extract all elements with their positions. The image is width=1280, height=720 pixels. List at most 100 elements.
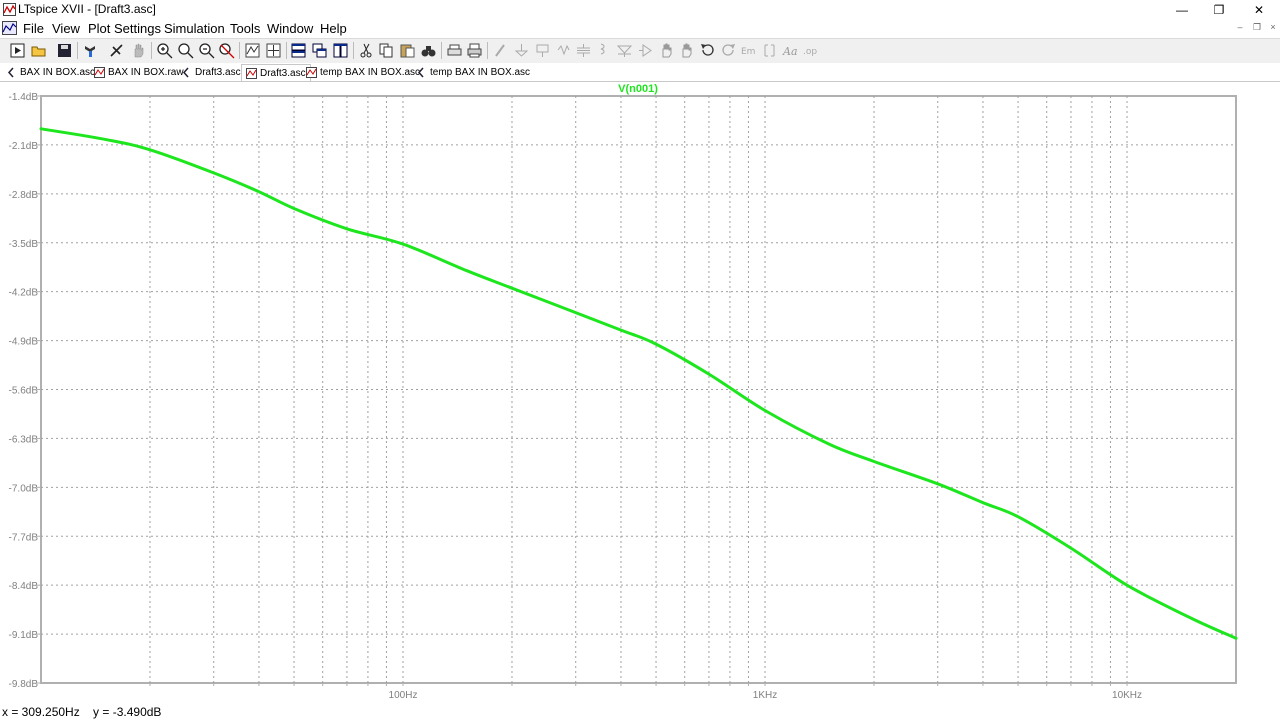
cascade-icon[interactable] (311, 42, 328, 59)
zoom-cancel-icon[interactable] (218, 42, 235, 59)
y-tick-label: -5.6dB (9, 386, 39, 397)
tab-label: BAX IN BOX.asc (20, 66, 96, 78)
print-setup-icon[interactable] (446, 42, 463, 59)
waveform-window-icon[interactable] (2, 21, 17, 35)
mdi-close-button[interactable]: × (1266, 22, 1280, 35)
diode-icon[interactable] (616, 42, 633, 59)
spice-directive-icon[interactable]: .op (802, 42, 819, 59)
save-icon[interactable] (56, 42, 73, 59)
toolbar: Em Aa .op (0, 38, 1280, 64)
tab-label: temp BAX IN BOX.asc (320, 66, 421, 78)
rotate-icon[interactable]: Em (740, 42, 757, 59)
y-tick-label: -4.9dB (9, 337, 39, 348)
minimize-button[interactable]: — (1163, 0, 1201, 19)
wire-icon[interactable] (492, 42, 509, 59)
y-tick-label: -1.4dB (9, 92, 39, 103)
waveform-chart[interactable]: -1.4dB -2.1dB -2.8dB -3.5dB -4.2dB -4.9dB -5.6… (0, 82, 1280, 706)
svg-text:Em: Em (741, 47, 755, 57)
toolbar-separator (239, 42, 240, 59)
tab-label: Draft3.asc (195, 66, 241, 78)
toolbar-separator (151, 42, 152, 59)
label-icon[interactable] (534, 42, 551, 59)
menu-plot-settings[interactable]: Plot Settings (88, 21, 161, 36)
tab-temp-bax-in-box-waveform[interactable]: temp BAX IN BOX.asc (306, 64, 420, 80)
capacitor-icon[interactable] (575, 42, 592, 59)
ground-icon[interactable] (513, 42, 530, 59)
menu-view[interactable]: View (52, 21, 80, 36)
zoom-out-icon[interactable] (198, 42, 215, 59)
inductor-icon[interactable] (595, 42, 612, 59)
drag-icon[interactable] (678, 42, 695, 59)
mark-icon[interactable] (265, 42, 282, 59)
tab-label: temp BAX IN BOX.asc (430, 66, 531, 78)
trace-name-label[interactable]: V(n001) (618, 83, 658, 95)
redo-icon[interactable] (720, 42, 737, 59)
toolbar-separator (286, 42, 287, 59)
autorange-icon[interactable] (244, 42, 261, 59)
halt-icon[interactable] (108, 42, 125, 59)
tab-label: BAX IN BOX.raw (108, 66, 184, 78)
tab-bax-in-box-asc[interactable]: BAX IN BOX.asc (6, 64, 95, 80)
mdi-minimize-button[interactable]: – (1233, 22, 1247, 35)
menu-tools[interactable]: Tools (230, 21, 260, 36)
menu-simulation[interactable]: Simulation (164, 21, 225, 36)
x-tick-label: 10KHz (1112, 690, 1142, 701)
menu-window[interactable]: Window (267, 21, 313, 36)
ltspice-app-icon[interactable] (3, 3, 16, 16)
tile-horizontal-icon[interactable] (290, 42, 307, 59)
undo-icon[interactable] (699, 42, 716, 59)
zoom-area-icon[interactable] (177, 42, 194, 59)
y-tick-label: -6.3dB (9, 434, 39, 445)
x-tick-label: 1KHz (753, 690, 777, 701)
tab-draft3-waveform[interactable]: Draft3.asc (241, 64, 311, 81)
toolbar-separator (353, 42, 354, 59)
waveform-plot-pane[interactable]: -1.4dB -2.1dB -2.8dB -3.5dB -4.2dB -4.9dB -5.6… (0, 82, 1280, 706)
control-panel-icon[interactable] (82, 42, 99, 59)
move-icon[interactable] (658, 42, 675, 59)
print-icon[interactable] (466, 42, 483, 59)
pan-hand-icon[interactable] (130, 42, 147, 59)
tile-vertical-icon[interactable] (332, 42, 349, 59)
window-title: LTspice XVII - [Draft3.asc] (18, 2, 156, 16)
y-tick-label: -2.1dB (9, 141, 39, 152)
x-tick-label: 100Hz (389, 690, 418, 701)
cut-icon[interactable] (358, 42, 375, 59)
y-tick-label: -7.0dB (9, 483, 39, 494)
menu-file[interactable]: File (23, 21, 44, 36)
toolbar-separator (487, 42, 488, 59)
schematic-icon (7, 67, 14, 77)
toolbar-separator (441, 42, 442, 59)
series-line-v-n001[interactable] (39, 127, 1238, 640)
document-tab-bar: BAX IN BOX.asc BAX IN BOX.raw Draft3.asc… (0, 63, 1280, 82)
schematic-icon (182, 67, 189, 77)
svg-text:Aa: Aa (782, 45, 798, 58)
run-icon[interactable] (9, 42, 26, 59)
component-icon[interactable] (637, 42, 654, 59)
find-icon[interactable] (420, 42, 437, 59)
y-tick-label: -3.5dB (9, 239, 39, 250)
restore-button[interactable]: ❐ (1200, 0, 1238, 19)
waveform-icon (246, 67, 257, 79)
tab-temp-bax-in-box-asc[interactable]: temp BAX IN BOX.asc (416, 64, 530, 80)
menu-bar: File View Plot Settings Simulation Tools… (0, 19, 1280, 38)
tab-bax-in-box-raw[interactable]: BAX IN BOX.raw (94, 64, 184, 80)
svg-text:.op: .op (803, 47, 817, 57)
y-tick-label: -9.1dB (9, 630, 39, 641)
resistor-icon[interactable] (555, 42, 572, 59)
zoom-in-icon[interactable] (156, 42, 173, 59)
tab-draft3-asc[interactable]: Draft3.asc (181, 64, 241, 80)
y-tick-label: -4.2dB (9, 288, 39, 299)
title-bar: LTspice XVII - [Draft3.asc] — ❐ ✕ (0, 0, 1280, 19)
cursor-readout: x = 309.250Hz y = -3.490dB (2, 705, 162, 719)
text-icon[interactable]: Aa (782, 42, 799, 59)
mdi-restore-button[interactable]: ❐ (1250, 22, 1264, 35)
schematic-icon (417, 67, 424, 77)
close-button[interactable]: ✕ (1240, 0, 1278, 19)
open-icon[interactable] (30, 42, 47, 59)
status-bar: x = 309.250Hz y = -3.490dB (0, 705, 1280, 720)
paste-icon[interactable] (399, 42, 416, 59)
menu-help[interactable]: Help (320, 21, 347, 36)
copy-icon[interactable] (378, 42, 395, 59)
y-tick-label: -2.8dB (9, 190, 39, 201)
mirror-icon[interactable] (761, 42, 778, 59)
